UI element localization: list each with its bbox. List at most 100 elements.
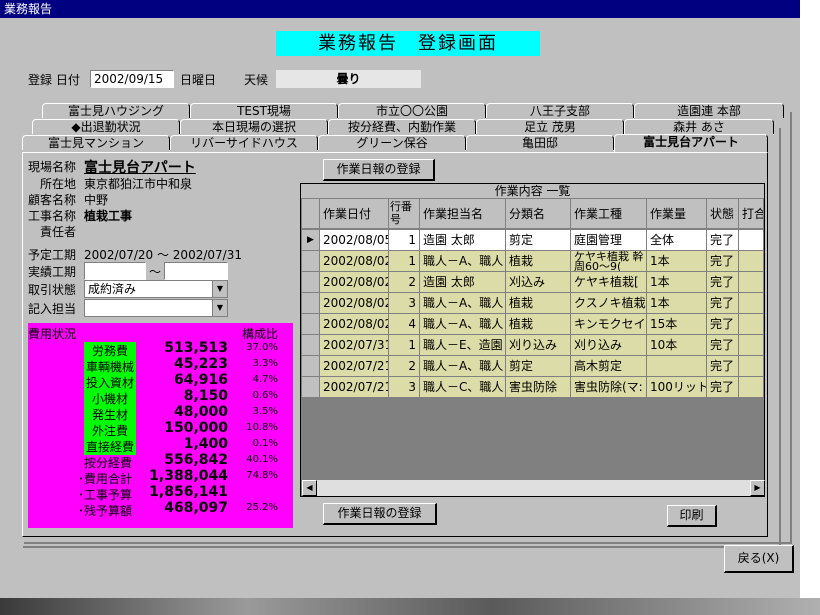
tab-fujimi-housing[interactable]: 富士見ハウジング (42, 103, 190, 118)
grid-header[interactable]: 分類名 (506, 199, 571, 229)
table-cell[interactable]: 職人－A、職人･ (420, 356, 506, 377)
table-cell[interactable]: 職人－A、職人･ (420, 293, 506, 314)
table-cell[interactable]: 1 (389, 230, 420, 251)
tab-today-site[interactable]: 本日現場の選択 (180, 119, 328, 134)
table-cell[interactable]: 完了 (707, 377, 739, 398)
table-cell[interactable]: 2002/08/02 (320, 272, 389, 293)
table-cell[interactable]: 剪定 (506, 230, 571, 251)
table-cell[interactable]: クスノキ植栽 (571, 293, 647, 314)
table-cell[interactable]: 1本 (647, 293, 707, 314)
table-cell[interactable]: 2002/08/02 (320, 293, 389, 314)
back-button[interactable]: 戻る(X) (724, 545, 794, 573)
table-cell[interactable]: ケヤキ植栽 幹周60〜9( (571, 251, 647, 272)
row-selector[interactable] (302, 251, 320, 272)
row-selector[interactable] (302, 377, 320, 398)
table-cell[interactable]: 2 (389, 356, 420, 377)
table-cell[interactable] (739, 272, 764, 293)
table-cell[interactable]: 完了 (707, 251, 739, 272)
table-cell[interactable] (739, 335, 764, 356)
table-cell[interactable]: 1本 (647, 251, 707, 272)
tab-city-park[interactable]: 市立〇〇公園 (338, 103, 486, 118)
table-cell[interactable]: 完了 (707, 314, 739, 335)
table-cell[interactable]: 完了 (707, 335, 739, 356)
table-cell[interactable]: 高木剪定 (571, 356, 647, 377)
table-cell[interactable]: 100リットル (647, 377, 707, 398)
row-selector[interactable] (302, 293, 320, 314)
table-cell[interactable]: 害虫防除 (506, 377, 571, 398)
table-cell[interactable] (739, 230, 764, 251)
tab-test-site[interactable]: TEST現場 (190, 103, 338, 118)
status-select[interactable]: 成約済み ▼ (84, 280, 228, 298)
table-cell[interactable]: 完了 (707, 230, 739, 251)
table-cell[interactable]: 2002/08/02 (320, 314, 389, 335)
grid-header[interactable]: 打合 (739, 199, 764, 229)
grid-header[interactable]: 作業工種 (571, 199, 647, 229)
row-selector[interactable] (302, 314, 320, 335)
table-cell[interactable]: 職人－E、造園 (420, 335, 506, 356)
actual-start-field[interactable] (84, 262, 146, 280)
table-cell[interactable]: 完了 (707, 356, 739, 377)
table-cell[interactable]: 1 (389, 251, 420, 272)
register-report-button-bottom[interactable]: 作業日報の登録 (323, 503, 437, 525)
table-cell[interactable]: キンモクセイ植 (571, 314, 647, 335)
table-cell[interactable]: 植栽 (506, 293, 571, 314)
table-cell[interactable]: 職人－A、職人･ (420, 251, 506, 272)
table-cell[interactable]: 植栽 (506, 251, 571, 272)
table-cell[interactable]: 3 (389, 377, 420, 398)
table-cell[interactable]: 4 (389, 314, 420, 335)
table-cell[interactable]: 剪定 (506, 356, 571, 377)
grid-header[interactable]: 作業日付 (320, 199, 389, 229)
print-button[interactable]: 印刷 (667, 505, 717, 527)
row-selector[interactable] (302, 272, 320, 293)
actual-end-field[interactable] (164, 262, 228, 280)
register-report-button-top[interactable]: 作業日報の登録 (323, 159, 435, 181)
tab-kameda[interactable]: 亀田邸 (466, 135, 614, 150)
grid-header[interactable]: 状態 (707, 199, 739, 229)
row-pointer-icon[interactable]: ▶ (302, 230, 320, 251)
tab-morii[interactable]: 森井 あさ (624, 119, 774, 134)
table-cell[interactable]: 職人－C、職人･ (420, 377, 506, 398)
table-cell[interactable]: 植栽 (506, 314, 571, 335)
table-cell[interactable] (739, 356, 764, 377)
table-cell[interactable]: 職人－A、職人･ (420, 314, 506, 335)
table-cell[interactable]: 2002/07/21 (320, 356, 389, 377)
tab-green-hoya[interactable]: グリーン保谷 (318, 135, 466, 150)
scroll-left-icon[interactable]: ◀ (302, 480, 317, 496)
table-cell[interactable]: 造園 太郎 (420, 230, 506, 251)
tab-federation-hq[interactable]: 造園連 本部 (634, 103, 784, 118)
table-cell[interactable] (739, 251, 764, 272)
table-cell[interactable]: 刈り込み (571, 335, 647, 356)
table-cell[interactable]: 刈り込み (506, 335, 571, 356)
table-cell[interactable]: 1 (389, 335, 420, 356)
scroll-right-icon[interactable]: ▶ (750, 480, 765, 496)
table-cell[interactable] (739, 314, 764, 335)
table-cell[interactable]: 造園 太郎 (420, 272, 506, 293)
table-cell[interactable]: 2002/08/05 (320, 230, 389, 251)
table-cell[interactable]: 3 (389, 293, 420, 314)
row-selector[interactable] (302, 356, 320, 377)
tab-allocated-expenses[interactable]: 按分経費、内勤作業 (328, 119, 476, 134)
grid-header[interactable]: 行番号 (389, 199, 420, 229)
table-cell[interactable]: 2002/07/21 (320, 377, 389, 398)
tab-riverside-house[interactable]: リバーサイドハウス (170, 135, 318, 150)
chevron-down-icon[interactable]: ▼ (212, 281, 227, 297)
tab-fujimi-mansion[interactable]: 富士見マンション (22, 135, 170, 150)
grid-header[interactable]: 作業担当名 (420, 199, 506, 229)
table-cell[interactable]: 1本 (647, 272, 707, 293)
row-selector[interactable] (302, 335, 320, 356)
table-cell[interactable] (739, 377, 764, 398)
table-cell[interactable]: 10本 (647, 335, 707, 356)
table-cell[interactable]: 2002/07/31 (320, 335, 389, 356)
tab-hachioji-branch[interactable]: 八王子支部 (486, 103, 634, 118)
table-cell[interactable]: 完了 (707, 272, 739, 293)
grid-header[interactable]: 作業量 (647, 199, 707, 229)
table-cell[interactable]: 15本 (647, 314, 707, 335)
tab-attendance[interactable]: ◆出退勤状況 (32, 119, 180, 134)
chevron-down-icon[interactable]: ▼ (212, 300, 227, 316)
table-cell[interactable] (739, 293, 764, 314)
table-cell[interactable]: ケヤキ植栽[ (571, 272, 647, 293)
tab-adachi[interactable]: 足立 茂男 (476, 119, 624, 134)
tab-fujimidai-apartment[interactable]: 富士見台アパート (614, 134, 768, 152)
table-cell[interactable] (647, 356, 707, 377)
table-cell[interactable]: 完了 (707, 293, 739, 314)
